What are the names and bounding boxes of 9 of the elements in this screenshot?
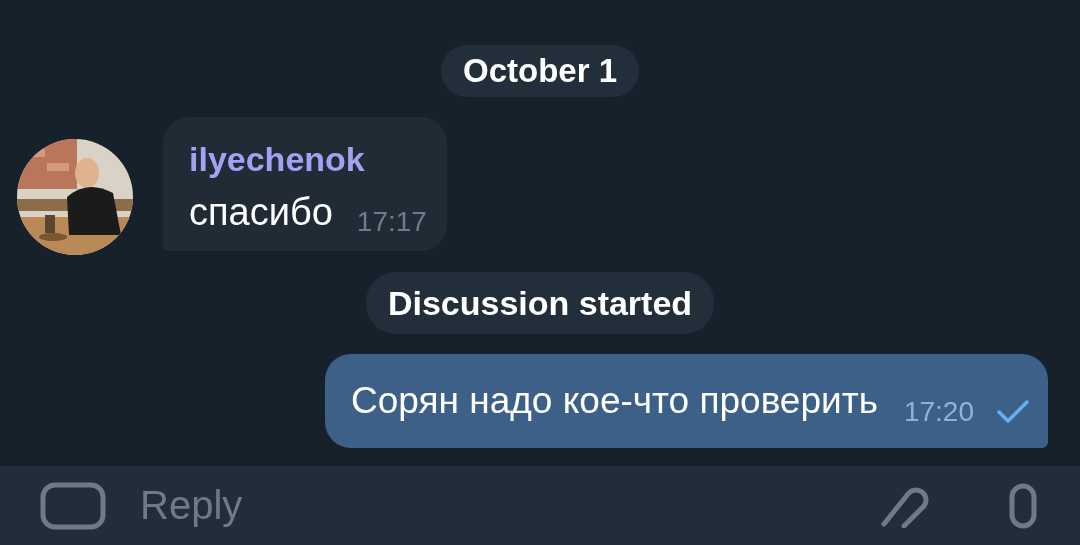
message-time: 17:17 [356, 205, 427, 239]
message-text: спасибо [189, 190, 333, 235]
message-time: 17:20 [903, 396, 974, 428]
composer-bar[interactable]: Reply [0, 466, 1080, 545]
date-label: October 1 [440, 45, 639, 97]
author-name: ilyechenok [189, 139, 366, 179]
service-message: Discussion started [365, 272, 715, 334]
message-text: Сорян надо кое-что проверить [351, 379, 878, 423]
gif-icon[interactable] [40, 481, 106, 530]
